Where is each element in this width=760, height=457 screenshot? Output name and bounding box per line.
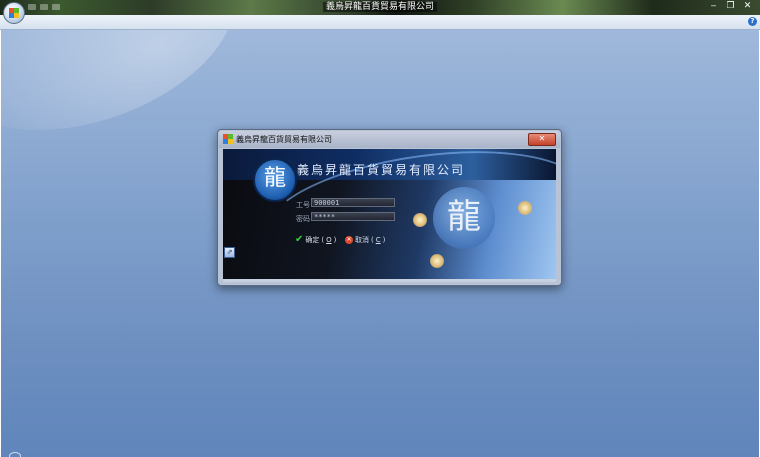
job-number-input[interactable]: 900001	[311, 198, 395, 207]
help-icon[interactable]: ?	[748, 17, 757, 26]
watermark-logo-icon: 龍	[433, 187, 495, 249]
cancel-button-label: 取消	[355, 236, 369, 244]
close-button[interactable]: ✕	[739, 0, 756, 13]
window-title: 義烏昇龍百貨貿易有限公司	[0, 1, 760, 14]
main-title-bar: 義烏昇龍百貨貿易有限公司 ‒ ❐ ✕	[0, 0, 760, 15]
orbit-dot	[413, 213, 427, 227]
password-label: 密码	[296, 215, 310, 223]
job-number-label: 工号	[296, 201, 310, 209]
app-orb-button[interactable]	[3, 2, 25, 24]
ok-button-label: 确定	[305, 236, 320, 244]
cancel-icon: ✕	[345, 236, 353, 244]
dialog-title-bar[interactable]: 義烏昇龍百貨貿易有限公司 ✕	[219, 131, 560, 148]
check-icon: ✔	[295, 234, 304, 245]
company-name: 義烏昇龍百貨貿易有限公司	[297, 163, 466, 177]
status-indicator-icon	[9, 452, 21, 457]
ok-accel-key: O	[326, 236, 332, 244]
window-controls: ‒ ❐ ✕	[705, 0, 756, 13]
company-logo-icon: 龍	[253, 158, 297, 202]
dialog-title: 義烏昇龍百貨貿易有限公司	[236, 135, 332, 144]
ok-button[interactable]: ✔ 确定(O)	[295, 235, 336, 245]
password-input[interactable]: *****	[311, 212, 395, 221]
login-panel: 義烏昇龍百貨貿易有限公司 龍 龍 工号 900001 密码 ***** ✔ 确定…	[223, 149, 556, 279]
app-orb-icon	[9, 8, 19, 18]
cancel-button[interactable]: ✕ 取消(C)	[345, 235, 385, 245]
orbit-dot	[430, 254, 444, 268]
ribbon-bar: ?	[0, 15, 760, 30]
dialog-app-icon	[223, 134, 233, 144]
orbit-dot	[518, 201, 532, 215]
dialog-footer	[223, 279, 556, 282]
login-dialog: 義烏昇龍百貨貿易有限公司 ✕ 義烏昇龍百貨貿易有限公司 龍 龍 工号 90000…	[217, 129, 562, 286]
cancel-accel-key: C	[375, 236, 381, 244]
maximize-button[interactable]: ❐	[722, 0, 739, 13]
app-launch-icon[interactable]: ⇗	[224, 247, 235, 258]
minimize-button[interactable]: ‒	[705, 0, 722, 13]
dialog-close-button[interactable]: ✕	[528, 133, 556, 146]
